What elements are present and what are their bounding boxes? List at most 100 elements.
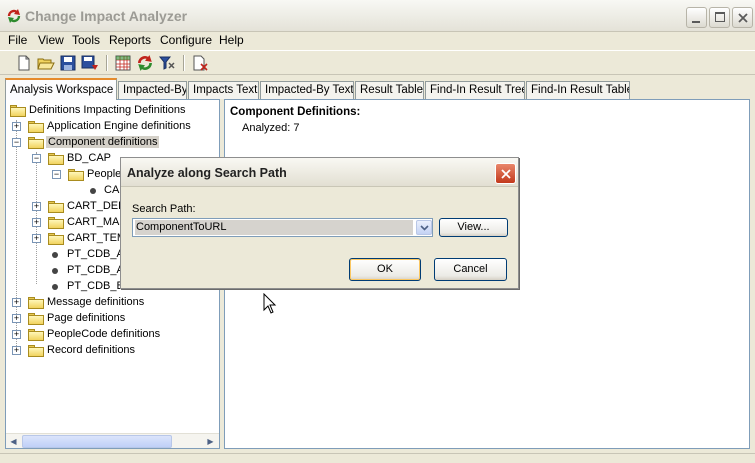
- menu-tools[interactable]: Tools: [72, 33, 100, 47]
- tree-node-label: CA: [104, 184, 120, 196]
- search-path-label: Search Path:: [132, 203, 196, 215]
- leaf-bullet-icon: [52, 252, 58, 258]
- tree-node-label: Application Engine definitions: [47, 120, 191, 132]
- collapse-icon[interactable]: −: [32, 154, 41, 163]
- menu-file[interactable]: File: [8, 33, 27, 47]
- open-folder-icon: [28, 137, 44, 149]
- ok-button[interactable]: OK: [349, 258, 421, 281]
- tree-node-label: BD_CAP: [67, 152, 112, 164]
- tree-horizontal-scrollbar[interactable]: ◀ ▶: [6, 433, 219, 448]
- maximize-button[interactable]: [709, 7, 730, 28]
- analyzed-count: Analyzed: 7: [242, 122, 300, 134]
- dialog-title-bar[interactable]: Analyze along Search Path: [121, 158, 518, 187]
- toolbar: [0, 50, 755, 75]
- new-document-icon[interactable]: [15, 54, 33, 72]
- folder-icon: [48, 233, 64, 245]
- folder-icon: [10, 105, 26, 117]
- cancel-button[interactable]: Cancel: [434, 258, 507, 281]
- leaf-bullet-icon: [90, 188, 96, 194]
- close-icon: [501, 169, 511, 179]
- folder-icon: [28, 313, 44, 325]
- expand-icon[interactable]: +: [12, 298, 21, 307]
- tab-analysis-workspace[interactable]: Analysis Workspace: [5, 78, 117, 100]
- tab-find-in-result-table[interactable]: Find-In Result Table: [526, 81, 630, 99]
- tree-node-component[interactable]: − Component definitions: [12, 135, 217, 151]
- expand-icon[interactable]: +: [12, 346, 21, 355]
- tree-node-label: CART_DEL: [67, 200, 125, 212]
- folder-icon: [28, 329, 44, 341]
- tree-node-label: PT_CDB_A: [67, 264, 124, 276]
- menu-bar: File View Tools Reports Configure Help: [0, 32, 755, 50]
- scroll-left-icon[interactable]: ◀: [6, 435, 21, 448]
- component-definitions-heading: Component Definitions:: [230, 106, 361, 118]
- tree-node-label: CART_TEM: [67, 232, 127, 244]
- menu-view[interactable]: View: [38, 33, 64, 47]
- tree-node-label: Record definitions: [47, 344, 136, 356]
- refresh-icon[interactable]: [136, 54, 154, 72]
- tree-node-root[interactable]: Definitions Impacting Definitions: [8, 103, 218, 119]
- leaf-bullet-icon: [52, 284, 58, 290]
- document-delete-icon[interactable]: [191, 54, 209, 72]
- tab-result-table[interactable]: Result Table: [355, 81, 424, 99]
- save-as-icon[interactable]: [81, 54, 99, 72]
- tree-node-label: Definitions Impacting Definitions: [29, 104, 186, 116]
- scroll-right-icon[interactable]: ▶: [203, 435, 218, 448]
- tab-impacted-by-text[interactable]: Impacted-By Text: [260, 81, 354, 99]
- search-path-select[interactable]: ComponentToURL: [132, 218, 433, 237]
- menu-configure[interactable]: Configure: [160, 33, 212, 47]
- expand-icon[interactable]: +: [12, 330, 21, 339]
- grid-icon[interactable]: [114, 54, 132, 72]
- menu-reports[interactable]: Reports: [109, 33, 151, 47]
- view-button[interactable]: View...: [439, 218, 508, 237]
- folder-icon: [48, 217, 64, 229]
- scrollbar-thumb[interactable]: [22, 435, 172, 448]
- app-refresh-icon: [7, 9, 21, 23]
- toolbar-separator: [106, 55, 108, 71]
- tree-node-label: Component definitions: [46, 136, 160, 148]
- expand-icon[interactable]: +: [32, 234, 41, 243]
- menu-help[interactable]: Help: [219, 33, 244, 47]
- tree-node-message[interactable]: + Message definitions: [12, 295, 217, 311]
- collapse-icon[interactable]: −: [12, 138, 21, 147]
- open-folder-icon[interactable]: [37, 54, 55, 72]
- leaf-bullet-icon: [52, 268, 58, 274]
- expand-icon[interactable]: +: [12, 314, 21, 323]
- folder-icon: [28, 297, 44, 309]
- tree-node-label: People: [87, 168, 122, 180]
- search-path-value: ComponentToURL: [135, 220, 413, 235]
- tree-node-label: CART_MAS: [67, 216, 127, 228]
- minimize-button[interactable]: [686, 7, 707, 28]
- tree-node-app-engine[interactable]: + Application Engine definitions: [12, 119, 217, 135]
- tree-node-label: Page definitions: [47, 312, 126, 324]
- tree-node-page[interactable]: + Page definitions: [12, 311, 217, 327]
- dialog-close-button[interactable]: [495, 163, 516, 184]
- expand-icon[interactable]: +: [32, 202, 41, 211]
- toolbar-separator: [183, 55, 185, 71]
- analyze-search-path-dialog: Analyze along Search Path Search Path: C…: [120, 157, 519, 289]
- save-icon[interactable]: [59, 54, 77, 72]
- tree-node-record[interactable]: + Record definitions: [12, 343, 217, 359]
- folder-icon: [28, 121, 44, 133]
- tree-node-label: PT_CDB_B: [67, 280, 124, 292]
- close-window-button[interactable]: [732, 7, 753, 28]
- mouse-cursor-icon: [263, 293, 277, 314]
- expand-icon[interactable]: +: [12, 122, 21, 131]
- filter-icon[interactable]: [158, 54, 176, 72]
- expand-icon[interactable]: +: [32, 218, 41, 227]
- folder-icon: [48, 201, 64, 213]
- collapse-icon[interactable]: −: [52, 170, 61, 179]
- tab-find-in-result-tree[interactable]: Find-In Result Tree: [425, 81, 525, 99]
- maximize-icon: [715, 12, 725, 22]
- tree-node-label: PeopleCode definitions: [47, 328, 161, 340]
- dropdown-arrow-button[interactable]: [416, 220, 432, 235]
- tab-strip: Analysis Workspace Impacted-By Impacts T…: [0, 76, 755, 100]
- open-folder-icon: [68, 169, 84, 181]
- tree-node-peoplecode[interactable]: + PeopleCode definitions: [12, 327, 217, 343]
- tab-impacted-by[interactable]: Impacted-By: [118, 81, 187, 99]
- close-icon: [738, 13, 748, 23]
- tree-node-label: Message definitions: [47, 296, 145, 308]
- window-title-bar[interactable]: Change Impact Analyzer: [0, 0, 755, 32]
- tab-impacts-text[interactable]: Impacts Text: [188, 81, 259, 99]
- status-bar: [0, 453, 755, 463]
- chevron-down-icon: [420, 225, 429, 231]
